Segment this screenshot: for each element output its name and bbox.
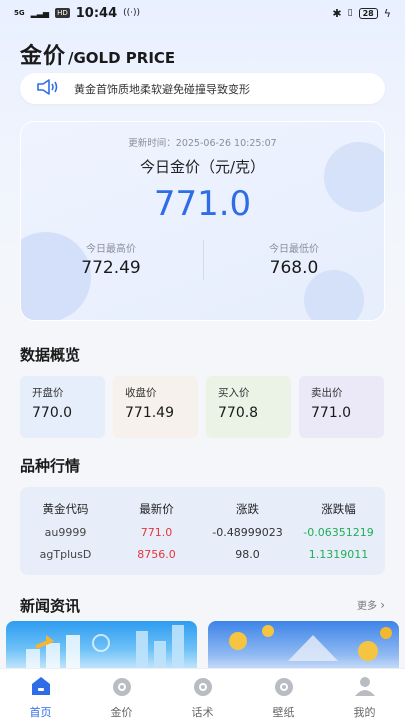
low-price-value: 768.0: [269, 258, 319, 278]
bluetooth-icon: ✱: [332, 6, 342, 20]
notice-banner[interactable]: 黄金首饰质地柔软避免碰撞导致变形: [20, 73, 385, 104]
overview-open-card: 开盘价 770.0: [20, 376, 105, 438]
signal-bars-icon: ▂▃▅: [30, 8, 50, 18]
clock: 10:44: [75, 5, 118, 21]
sell-price-value: 771.0: [311, 405, 352, 421]
speaker-icon: [36, 78, 60, 100]
page-title: 金价 /GOLD PRICE: [20, 38, 175, 70]
bottom-tab-bar: 首页 金价 话术 壁纸 我的: [0, 668, 405, 720]
update-time: 更新时间：2025-06-26 10:25:07: [128, 138, 277, 149]
close-price-value: 771.49: [125, 405, 174, 421]
overview-buy-card: 买入价 770.8: [206, 376, 291, 438]
profile-icon: [353, 674, 377, 702]
hd-badge: HD: [55, 8, 70, 18]
page-title-cn: 金价: [20, 44, 67, 69]
wallpaper-icon: [272, 674, 296, 702]
column-header: 黄金代码: [42, 502, 89, 516]
sell-price-label: 卖出价: [311, 387, 343, 399]
gold-price-card: 更新时间：2025-06-26 10:25:07 今日金价（元/克） 771.0…: [20, 121, 385, 321]
open-price-label: 开盘价: [32, 387, 64, 399]
code-cell: agTplusD: [39, 548, 92, 561]
code-cell: au9999: [44, 526, 87, 539]
tab-label: 我的: [353, 706, 376, 719]
high-price-label: 今日最高价: [86, 244, 136, 255]
column-header: 最新价: [139, 502, 174, 516]
news-thumbnail[interactable]: [6, 621, 197, 669]
gold-price-icon: [110, 674, 134, 702]
more-label: 更多: [357, 601, 377, 612]
notice-text: 黄金首饰质地柔软避免碰撞导致变形: [74, 82, 250, 96]
tab-profile[interactable]: 我的: [324, 669, 405, 720]
tab-label: 话术: [191, 706, 214, 719]
low-price-label: 今日最低价: [269, 244, 319, 255]
change-cell: 98.0: [235, 548, 260, 561]
news-title: 新闻资讯: [20, 597, 81, 615]
market-title: 品种行情: [20, 457, 81, 475]
divider: [203, 240, 204, 280]
buy-price-value: 770.8: [218, 405, 259, 421]
tab-wallpaper[interactable]: 壁纸: [243, 669, 324, 720]
tab-label: 首页: [29, 706, 52, 719]
price-cell: 8756.0: [137, 548, 176, 561]
high-price-value: 772.49: [81, 258, 141, 278]
table-row[interactable]: au9999 771.0 -0.48999023 -0.06351219: [20, 526, 385, 539]
price-cell: 771.0: [140, 526, 173, 539]
charging-icon: ϟ: [383, 6, 391, 20]
today-price-value: 771.0: [153, 184, 252, 224]
table-row[interactable]: agTplusD 8756.0 98.0 1.1319011: [20, 548, 385, 561]
more-link[interactable]: 更多 ›: [357, 597, 385, 612]
overview-title: 数据概览: [20, 346, 81, 364]
tab-gold-price[interactable]: 金价: [81, 669, 162, 720]
script-icon: [191, 674, 215, 702]
column-header: 涨跌: [236, 502, 259, 516]
page-title-en: /GOLD PRICE: [68, 49, 176, 67]
overview-sell-card: 卖出价 771.0: [299, 376, 384, 438]
home-icon: [29, 674, 53, 702]
tab-home[interactable]: 首页: [0, 669, 81, 720]
column-header: 涨跌幅: [321, 502, 356, 516]
news-thumbnail[interactable]: [208, 621, 399, 669]
change-cell: -0.48999023: [212, 526, 283, 539]
open-price-value: 770.0: [32, 405, 73, 421]
close-price-label: 收盘价: [125, 387, 157, 399]
tab-label: 金价: [110, 706, 133, 719]
battery-indicator: 28: [358, 7, 378, 19]
tab-label: 壁纸: [272, 706, 295, 719]
market-table: 黄金代码 最新价 涨跌 涨跌幅 au9999 771.0 -0.48999023…: [20, 487, 385, 575]
change-percent-cell: -0.06351219: [303, 526, 374, 539]
chart-illustration-icon: [26, 625, 184, 669]
nfc-icon: ((·)): [123, 8, 141, 18]
coins-illustration-icon: [229, 625, 392, 661]
table-header: 黄金代码 最新价 涨跌 涨跌幅: [20, 501, 385, 517]
change-percent-cell: 1.1319011: [308, 548, 369, 561]
status-bar: 5G ▂▃▅ HD 10:44 ((·)) ✱ ▯ 28 ϟ: [0, 0, 405, 26]
tab-script[interactable]: 话术: [162, 669, 243, 720]
overview-close-card: 收盘价 771.49: [113, 376, 198, 438]
vibrate-icon: ▯: [347, 8, 353, 18]
signal-indicator: 5G: [14, 8, 25, 17]
chevron-right-icon: ›: [380, 598, 385, 612]
today-price-label: 今日金价（元/克）: [139, 158, 266, 176]
buy-price-label: 买入价: [218, 387, 250, 399]
